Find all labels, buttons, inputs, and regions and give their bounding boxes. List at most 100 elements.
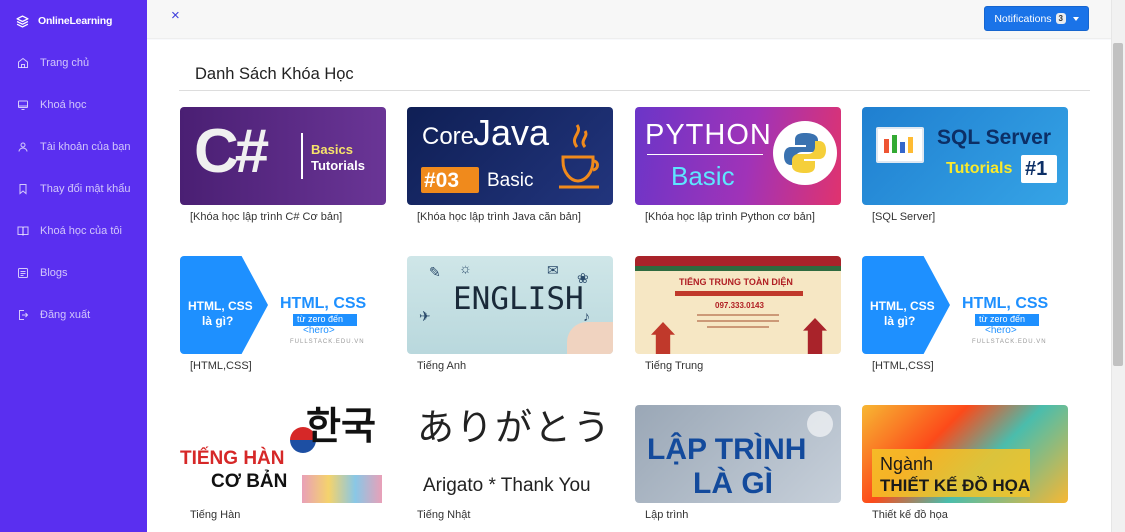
scrollbar-thumb[interactable]	[1113, 43, 1123, 366]
user-icon	[18, 142, 28, 152]
course-thumbnail[interactable]: Core Java #03 Basic	[407, 107, 613, 205]
sidebar-item-change-password[interactable]: Thay đổi mật khẩu	[0, 168, 147, 210]
sidebar-item-home[interactable]: Trang chủ	[0, 42, 147, 84]
thumb-line	[697, 320, 779, 322]
hand-shape	[567, 322, 613, 354]
course-thumbnail[interactable]: SQL Server Tutorials #1	[862, 107, 1068, 205]
notifications-label: Notifications	[994, 12, 1052, 25]
sidebar-item-label: Khoá học	[40, 99, 87, 111]
thumb-text: Basics	[311, 142, 353, 157]
thumb-text: TIẾNG TRUNG TOÀN DIỆN	[679, 277, 793, 287]
thumb-text: 097.333.0143	[715, 301, 764, 310]
course-card-programming[interactable]: LẬP TRÌNH LÀ GÌ Lập trình	[635, 405, 841, 521]
thumb-text: HTML, CSS	[188, 299, 253, 313]
course-caption[interactable]: [Khóa học lập trình C# Cơ bản]	[190, 211, 386, 223]
thumb-text: THIẾT KẾ ĐỒ HỌA	[880, 476, 1031, 495]
course-card-english[interactable]: ✎ ☼ ✉ ❀ ✈ ♪ ENGLISH Tiếng Anh	[407, 256, 613, 372]
thumb-roof	[635, 256, 841, 266]
thumb-text: 한국	[306, 405, 376, 448]
course-caption[interactable]: [Khóa học lập trình Python cơ bản]	[645, 211, 841, 223]
pagoda-shape	[651, 322, 675, 354]
thumb-text: <hero>	[303, 325, 335, 336]
course-thumbnail[interactable]: PYTHON Basic	[635, 107, 841, 205]
course-caption[interactable]: [SQL Server]	[872, 211, 1068, 223]
logo-circle	[807, 411, 833, 437]
scrollbar-track[interactable]	[1111, 0, 1125, 532]
course-thumbnail[interactable]: ✎ ☼ ✉ ❀ ✈ ♪ ENGLISH	[407, 256, 613, 354]
people-illustration	[302, 475, 382, 503]
course-caption[interactable]: Lập trình	[645, 509, 841, 521]
thumb-text: từ zero đến	[297, 314, 344, 324]
thumb-text: Core	[422, 123, 475, 150]
course-card-python[interactable]: PYTHON Basic [Khóa học lập trình Python …	[635, 107, 841, 223]
course-caption[interactable]: [HTML,CSS]	[190, 360, 386, 372]
doodle-icon: ✈	[419, 308, 431, 324]
course-caption[interactable]: Tiếng Nhật	[417, 509, 613, 521]
divider	[179, 90, 1090, 91]
course-thumbnail[interactable]: ありがとう Arigato * Thank You	[407, 405, 613, 503]
brand-name: OnlineLearning	[38, 15, 113, 27]
thumb-text: Java	[473, 112, 550, 153]
thumb-line	[707, 326, 769, 328]
thumb-text: #1	[1025, 158, 1048, 180]
course-card-chinese[interactable]: TIẾNG TRUNG TOÀN DIỆN 097.333.0143 Tiếng…	[635, 256, 841, 372]
sidebar-item-account[interactable]: Tài khoản của bạn	[0, 126, 147, 168]
course-card-csharp[interactable]: C# Basics Tutorials [Khóa học lập trình …	[180, 107, 386, 223]
topbar: × Notifications 3	[147, 0, 1111, 39]
course-card-japanese[interactable]: ありがとう Arigato * Thank You Tiếng Nhật	[407, 405, 613, 521]
thumb-text: là gì?	[884, 314, 916, 328]
course-thumbnail[interactable]: 한국 TIẾNG HÀN CƠ BẢN	[180, 405, 386, 503]
thumb-line	[697, 314, 779, 316]
course-card-html-css-1[interactable]: HTML, CSS là gì? HTML, CSS từ zero đến <…	[180, 256, 386, 372]
thumb-text: C#	[194, 117, 269, 186]
course-card-html-css-2[interactable]: HTML, CSS là gì? HTML, CSS từ zero đến <…	[862, 256, 1068, 372]
sidebar-item-blogs[interactable]: Blogs	[0, 252, 147, 294]
course-thumbnail[interactable]: HTML, CSS là gì? HTML, CSS từ zero đến <…	[180, 256, 386, 354]
course-caption[interactable]: Tiếng Hàn	[190, 509, 386, 521]
sidebar-item-my-courses[interactable]: Khoá học của tôi	[0, 210, 147, 252]
thumb-text: ENGLISH	[453, 281, 584, 317]
course-card-korean[interactable]: 한국 TIẾNG HÀN CƠ BẢN Tiếng Hàn	[180, 405, 386, 521]
thumb-bar	[675, 291, 803, 296]
course-thumbnail[interactable]: C# Basics Tutorials	[180, 107, 386, 205]
notifications-count-badge: 3	[1055, 13, 1066, 24]
course-thumbnail[interactable]: TIẾNG TRUNG TOÀN DIỆN 097.333.0143	[635, 256, 841, 354]
thumb-text: Arigato * Thank You	[423, 475, 591, 496]
thumb-text: #03	[424, 169, 460, 192]
page-title: Danh Sách Khóa Học	[195, 65, 354, 83]
thumb-text: LẬP TRÌNH	[647, 433, 807, 466]
thumb-text: HTML, CSS	[870, 299, 935, 313]
thumb-text: Basic	[487, 170, 534, 191]
course-thumbnail[interactable]: Ngành THIẾT KẾ ĐỒ HỌA	[862, 405, 1068, 503]
course-caption[interactable]: [HTML,CSS]	[872, 360, 1068, 372]
blog-icon	[18, 268, 28, 278]
course-thumbnail[interactable]: LẬP TRÌNH LÀ GÌ	[635, 405, 841, 503]
course-caption[interactable]: Tiếng Trung	[645, 360, 841, 372]
sidebar-item-label: Thay đổi mật khẩu	[40, 183, 131, 195]
thumb-roof	[635, 266, 841, 271]
sidebar-item-label: Khoá học của tôi	[40, 225, 122, 237]
thumb-text: CƠ BẢN	[211, 471, 288, 492]
course-caption[interactable]: Thiết kế đồ họa	[872, 509, 1068, 521]
doodle-icon: ✎	[429, 264, 441, 280]
brand[interactable]: OnlineLearning	[0, 0, 147, 42]
thumb-text: PYTHON	[645, 119, 772, 151]
course-thumbnail[interactable]: HTML, CSS là gì? HTML, CSS từ zero đến <…	[862, 256, 1068, 354]
thumb-arrow-line	[647, 154, 763, 155]
thumb-text: là gì?	[202, 314, 234, 328]
course-card-graphic-design[interactable]: Ngành THIẾT KẾ ĐỒ HỌA Thiết kế đồ họa	[862, 405, 1068, 521]
course-card-sql[interactable]: SQL Server Tutorials #1 [SQL Server]	[862, 107, 1068, 223]
notifications-button[interactable]: Notifications 3	[984, 6, 1089, 31]
sidebar-item-courses[interactable]: Khoá học	[0, 84, 147, 126]
sidebar: OnlineLearning Trang chủ Khoá học Tài kh…	[0, 0, 147, 532]
course-card-java[interactable]: Core Java #03 Basic [Khóa học lập trình …	[407, 107, 613, 223]
caret-down-icon	[1073, 16, 1079, 21]
book-icon	[17, 226, 29, 236]
course-caption[interactable]: Tiếng Anh	[417, 360, 613, 372]
thumb-text: HTML, CSS	[962, 295, 1049, 312]
sidebar-item-logout[interactable]: Đăng xuất	[0, 294, 147, 336]
thumb-text: TIẾNG HÀN	[180, 448, 285, 469]
close-icon[interactable]: ×	[171, 8, 180, 23]
course-caption[interactable]: [Khóa học lập trình Java căn bản]	[417, 211, 613, 223]
java-cup-icon	[559, 124, 599, 189]
